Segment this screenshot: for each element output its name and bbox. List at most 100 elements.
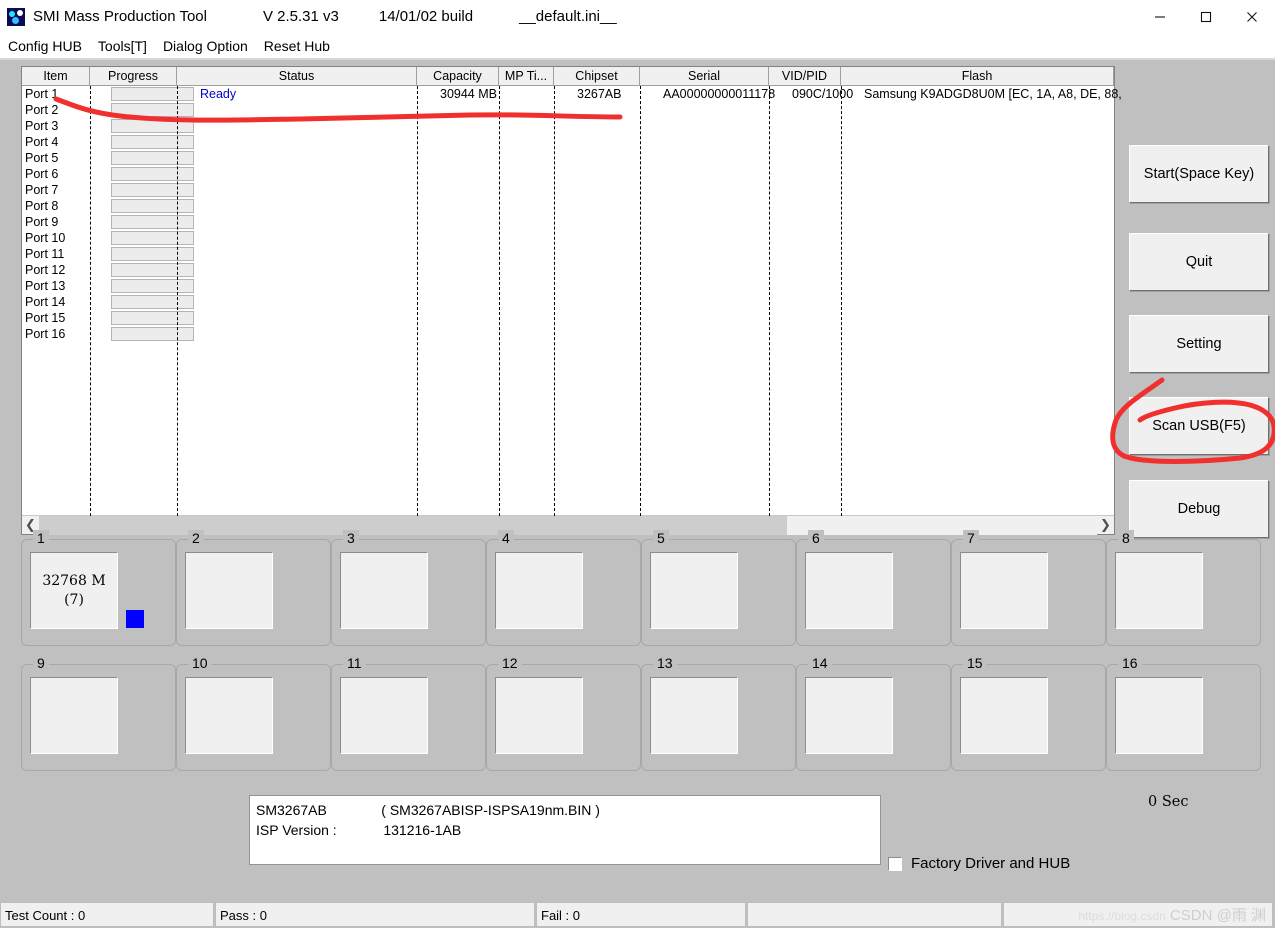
- port-row[interactable]: Port 3: [22, 118, 1114, 134]
- device-panel-display: [1115, 552, 1203, 629]
- device-panel[interactable]: 13: [641, 655, 796, 771]
- device-panel-display: [185, 552, 273, 629]
- port-row[interactable]: Port 6: [22, 166, 1114, 182]
- hscrollbar-thumb[interactable]: [39, 515, 787, 535]
- port-row[interactable]: Port 9: [22, 214, 1114, 230]
- port-row-progressbar: [111, 167, 194, 181]
- device-panel[interactable]: 1 32768 M (7): [21, 530, 176, 646]
- debug-button[interactable]: Debug: [1129, 480, 1269, 538]
- status-blank-pane: [747, 902, 1002, 927]
- port-row-serial: AA00000000011178: [663, 87, 776, 101]
- port-row-chipset: 3267AB: [577, 87, 622, 101]
- port-row-capacity: 30944 MB: [440, 87, 497, 101]
- port-row[interactable]: Port 11: [22, 246, 1114, 262]
- elapsed-time-label: 0 Sec: [1148, 794, 1189, 810]
- app-version-label: V 2.5.31 v3: [262, 8, 339, 25]
- port-row-progressbar: [111, 295, 194, 309]
- quit-button[interactable]: Quit: [1129, 233, 1269, 291]
- port-list-hscrollbar[interactable]: ❮ ❯: [22, 515, 1114, 535]
- port-row[interactable]: Port 4: [22, 134, 1114, 150]
- device-panel[interactable]: 9: [21, 655, 176, 771]
- isp-chip-line: SM3267AB ( SM3267ABISP-ISPSA19nm.BIN ): [256, 802, 600, 818]
- factory-driver-row[interactable]: Factory Driver and HUB: [888, 855, 1070, 872]
- column-header-chipset[interactable]: Chipset: [554, 67, 640, 86]
- port-row[interactable]: Port 2: [22, 102, 1114, 118]
- menu-item-config-hub[interactable]: Config HUB: [0, 36, 90, 56]
- port-row-progressbar: [111, 231, 194, 245]
- port-row[interactable]: Port 8: [22, 198, 1114, 214]
- column-divider: [90, 86, 91, 516]
- port-row-progressbar: [111, 151, 194, 165]
- column-header-progress[interactable]: Progress: [90, 67, 177, 86]
- device-panel-number: 10: [188, 655, 212, 671]
- device-panel[interactable]: 14: [796, 655, 951, 771]
- device-panel-display: [960, 552, 1048, 629]
- column-divider: [769, 86, 770, 516]
- port-row[interactable]: Port 14: [22, 294, 1114, 310]
- port-row-status: Ready: [200, 87, 237, 101]
- column-header-flash[interactable]: Flash: [841, 67, 1114, 86]
- device-panel-number: 2: [188, 530, 204, 546]
- maximize-icon[interactable]: [1183, 0, 1229, 33]
- port-row[interactable]: Port 16: [22, 326, 1114, 342]
- isp-version-line: ISP Version : 131216-1AB: [256, 822, 462, 839]
- device-panel[interactable]: 2: [176, 530, 331, 646]
- port-row-item: Port 1: [25, 87, 59, 101]
- menu-item-tools[interactable]: Tools[T]: [90, 36, 155, 56]
- device-panel[interactable]: 7: [951, 530, 1106, 646]
- setting-button[interactable]: Setting: [1129, 315, 1269, 373]
- port-row[interactable]: Port 1 Ready 30944 MB 3267AB AA0000000001117…: [22, 86, 1122, 102]
- column-divider: [841, 86, 842, 516]
- column-header-serial[interactable]: Serial: [640, 67, 769, 86]
- device-panel[interactable]: 11: [331, 655, 486, 771]
- menu-item-dialog-option[interactable]: Dialog Option: [155, 36, 256, 56]
- device-panel[interactable]: 8: [1106, 530, 1261, 646]
- port-row-vidpid: 090C/1000: [792, 87, 854, 101]
- minimize-icon[interactable]: [1137, 0, 1183, 33]
- main-workspace: Item Progress Status Capacity MP Ti... Chipse…: [0, 60, 1275, 900]
- port-row-item: Port 16: [25, 327, 66, 341]
- statusbar: Test Count : 0 Pass : 0 Fail : 0 https:/…: [0, 900, 1275, 928]
- close-icon[interactable]: [1229, 0, 1275, 33]
- column-header-vid-pid[interactable]: VID/PID: [769, 67, 841, 86]
- chevron-right-icon[interactable]: ❯: [1097, 517, 1114, 533]
- device-panel[interactable]: 12: [486, 655, 641, 771]
- device-panel-display: [960, 677, 1048, 754]
- port-row[interactable]: Port 5: [22, 150, 1114, 166]
- start-button[interactable]: Start (Space Key): [1129, 145, 1269, 203]
- device-panel[interactable]: 5: [641, 530, 796, 646]
- port-row[interactable]: Port 15: [22, 310, 1114, 326]
- device-panel-number: 3: [343, 530, 359, 546]
- port-list[interactable]: Item Progress Status Capacity MP Ti... Chipse…: [21, 66, 1122, 535]
- device-panel-display: [650, 677, 738, 754]
- scan-usb-button[interactable]: Scan USB (F5): [1129, 397, 1269, 455]
- port-row[interactable]: Port 7: [22, 182, 1114, 198]
- factory-driver-checkbox[interactable]: [888, 856, 902, 871]
- port-row-item: Port 13: [25, 279, 66, 293]
- menu-item-reset-hub[interactable]: Reset Hub: [256, 36, 338, 56]
- device-panel[interactable]: 10: [176, 655, 331, 771]
- port-row[interactable]: Port 12: [22, 262, 1114, 278]
- device-panel[interactable]: 4: [486, 530, 641, 646]
- device-panel-display: [30, 677, 118, 754]
- device-panel[interactable]: 6: [796, 530, 951, 646]
- port-row[interactable]: Port 10: [22, 230, 1114, 246]
- column-header-mp-ti[interactable]: MP Ti...: [499, 67, 554, 86]
- device-panel[interactable]: 15: [951, 655, 1106, 771]
- device-panel[interactable]: 3: [331, 530, 486, 646]
- device-panel-number: 8: [1118, 530, 1134, 546]
- device-panel[interactable]: 16: [1106, 655, 1261, 771]
- port-row[interactable]: Port 13: [22, 278, 1114, 294]
- menubar: Config HUB Tools[T] Dialog Option Reset …: [0, 33, 1275, 58]
- column-divider: [640, 86, 641, 516]
- port-row-item: Port 6: [25, 167, 59, 181]
- port-row-item: Port 4: [25, 135, 59, 149]
- port-row-progressbar: [111, 215, 194, 229]
- status-pass-count: Pass : 0: [215, 902, 535, 927]
- device-capacity-line: 32768 M: [42, 573, 106, 590]
- column-header-capacity[interactable]: Capacity: [417, 67, 499, 86]
- device-panel-display: [1115, 677, 1203, 754]
- device-panel-number: 15: [963, 655, 987, 671]
- column-header-status[interactable]: Status: [177, 67, 417, 86]
- column-header-item[interactable]: Item: [22, 67, 90, 86]
